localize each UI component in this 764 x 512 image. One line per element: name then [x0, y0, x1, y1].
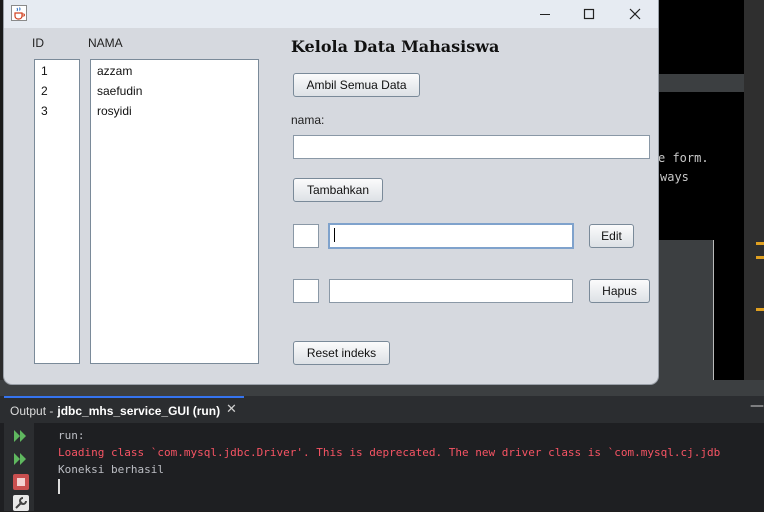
- output-line: run:: [58, 429, 85, 442]
- output-tab[interactable]: Output - jdbc_mhs_service_GUI (run): [4, 396, 244, 423]
- ide-code-line: e form.: [658, 151, 709, 165]
- output-error-line: Loading class `com.mysql.jdbc.Driver'. T…: [58, 446, 721, 459]
- minimize-icon: [540, 14, 550, 15]
- output-tab-name: jdbc_mhs_service_GUI (run): [57, 403, 221, 418]
- name-list-item[interactable]: azzam: [97, 64, 132, 78]
- ide-right-strip: [744, 0, 764, 380]
- edit-id-input[interactable]: [293, 224, 319, 248]
- minimize-panel-icon[interactable]: —: [750, 398, 764, 414]
- add-button[interactable]: Tambahkan: [293, 178, 383, 202]
- output-caret: [58, 479, 60, 494]
- ide-marker: [756, 242, 764, 245]
- delete-id-input[interactable]: [293, 279, 319, 303]
- output-tab-bar: Output - jdbc_mhs_service_GUI (run) ✕ —: [0, 396, 764, 423]
- name-label: nama:: [291, 113, 325, 127]
- output-toolbar: [4, 423, 34, 511]
- reset-index-button[interactable]: Reset indeks: [293, 341, 390, 365]
- ide-lower-panel: [658, 240, 714, 380]
- minimize-button[interactable]: [522, 0, 568, 28]
- name-list[interactable]: azzam saefudin rosyidi: [90, 59, 259, 364]
- java-cup-icon: [11, 5, 27, 21]
- output-tab-prefix: Output -: [10, 403, 54, 418]
- id-list-item[interactable]: 2: [41, 84, 48, 98]
- edit-name-input[interactable]: [328, 223, 574, 249]
- name-list-item[interactable]: saefudin: [97, 84, 142, 98]
- close-tab-icon[interactable]: ✕: [226, 402, 237, 417]
- form-title: Kelola Data Mahasiswa: [291, 37, 500, 56]
- id-column-header: ID: [32, 36, 44, 50]
- ide-marker: [756, 308, 764, 311]
- output-panel: Output - jdbc_mhs_service_GUI (run) ✕ — …: [0, 396, 764, 511]
- ide-divider: [713, 240, 714, 380]
- app-window: ID NAMA 1 2 3 azzam saefudin rosyidi Kel…: [4, 0, 658, 384]
- maximize-icon: [583, 8, 595, 20]
- id-list-item[interactable]: 3: [41, 104, 48, 118]
- close-icon: [629, 8, 641, 20]
- rerun-icon[interactable]: [12, 427, 30, 445]
- close-button[interactable]: [612, 0, 658, 28]
- name-column-header: NAMA: [88, 36, 123, 50]
- output-line: Koneksi berhasil: [58, 463, 164, 476]
- ide-code-line: ways: [660, 170, 689, 184]
- settings-wrench-icon[interactable]: [12, 494, 30, 512]
- stop-icon[interactable]: [12, 473, 30, 491]
- fetch-all-button[interactable]: Ambil Semua Data: [293, 73, 420, 97]
- id-list[interactable]: 1 2 3: [34, 59, 80, 364]
- text-caret: [334, 228, 335, 242]
- name-list-item[interactable]: rosyidi: [97, 104, 132, 118]
- delete-name-input[interactable]: [329, 279, 573, 303]
- ide-editor-bar: [658, 74, 744, 92]
- rerun-with-params-icon[interactable]: [12, 450, 30, 468]
- title-bar[interactable]: [4, 0, 658, 28]
- name-input[interactable]: [293, 135, 650, 159]
- delete-button[interactable]: Hapus: [589, 279, 650, 303]
- edit-button[interactable]: Edit: [589, 224, 634, 248]
- maximize-button[interactable]: [566, 0, 612, 28]
- id-list-item[interactable]: 1: [41, 64, 48, 78]
- ide-marker: [756, 256, 764, 259]
